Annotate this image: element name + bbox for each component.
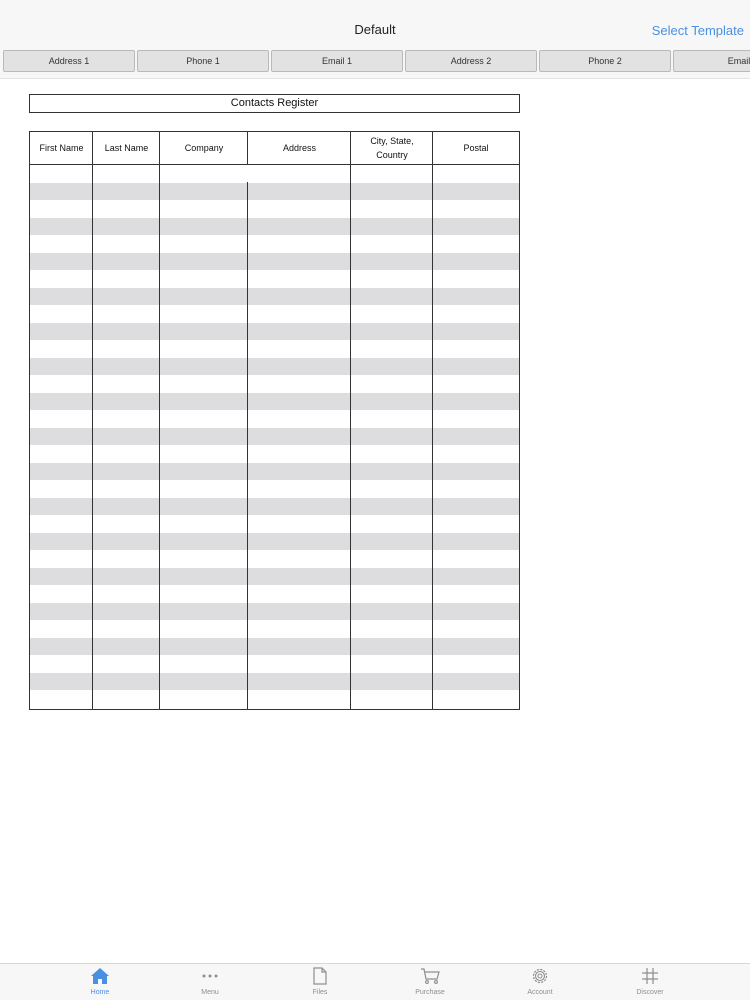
column-divider [432,132,433,709]
column-divider [159,132,160,709]
tab-discover[interactable]: Discover [610,966,690,1000]
chip-email-2[interactable]: Email [673,50,750,72]
column-header: Postal [463,143,489,153]
gear-icon [530,966,550,986]
tab-label: Menu [201,989,219,996]
table-row[interactable] [30,340,519,358]
table-row[interactable] [30,252,519,270]
table-row[interactable] [30,392,519,410]
table-row[interactable] [30,200,519,218]
tab-bar: Home Menu Files Purchase Account Discove… [0,963,750,1000]
column-header: City, State, Country [370,136,414,160]
table-row[interactable] [30,235,519,253]
table-row[interactable] [30,515,519,533]
tab-label: Purchase [415,989,445,996]
tab-label: Discover [636,989,664,996]
document-title: Contacts Register [29,94,520,113]
contacts-table[interactable]: First Name Last Name Company Address Cit… [29,131,520,710]
table-row[interactable] [30,655,519,673]
table-header: First Name Last Name Company Address Cit… [30,132,519,165]
table-row[interactable] [30,410,519,428]
column-header: Address [282,143,317,153]
document-icon [313,966,327,986]
column-divider [350,132,351,709]
navigation-bar: Default Select Template [0,0,750,47]
table-row[interactable] [30,462,519,480]
table-row[interactable] [30,497,519,515]
column-header: Company [184,143,224,153]
chip-phone-1[interactable]: Phone 1 [137,50,269,72]
tab-home[interactable]: Home [60,966,140,1000]
ellipsis-icon [201,966,219,986]
table-row[interactable] [30,602,519,620]
chip-phone-2[interactable]: Phone 2 [539,50,671,72]
column-divider [92,132,93,709]
tab-files[interactable]: Files [280,966,360,1000]
table-row[interactable] [30,672,519,690]
table-row[interactable] [30,690,519,708]
table-row[interactable] [30,637,519,655]
table-row[interactable] [30,322,519,340]
hash-icon [641,966,659,986]
table-row[interactable] [30,182,519,200]
cart-icon [420,966,440,986]
chip-address-1[interactable]: Address 1 [3,50,135,72]
table-row[interactable] [30,305,519,323]
column-divider [247,132,248,165]
column-divider [247,182,248,709]
page-title: Default [354,22,396,37]
column-header: Last Name [104,143,149,153]
tab-purchase[interactable]: Purchase [390,966,470,1000]
chip-email-1[interactable]: Email 1 [271,50,403,72]
table-row[interactable] [30,375,519,393]
table-row[interactable] [30,165,519,183]
table-row[interactable] [30,620,519,638]
house-icon [90,966,110,986]
column-header: First Name [39,143,84,153]
table-row[interactable] [30,550,519,568]
table-row[interactable] [30,270,519,288]
table-row[interactable] [30,287,519,305]
tab-account[interactable]: Account [500,966,580,1000]
tab-menu[interactable]: Menu [170,966,250,1000]
select-template-button[interactable]: Select Template [652,23,744,38]
chip-address-2[interactable]: Address 2 [405,50,537,72]
table-row[interactable] [30,445,519,463]
table-row[interactable] [30,567,519,585]
table-row[interactable] [30,480,519,498]
table-row[interactable] [30,217,519,235]
tab-label: Files [312,989,328,996]
table-row[interactable] [30,532,519,550]
tab-label: Account [527,989,553,996]
field-chip-bar[interactable]: Address 1 Phone 1 Email 1 Address 2 Phon… [0,47,750,79]
tab-label: Home [90,989,110,996]
table-row[interactable] [30,427,519,445]
table-row[interactable] [30,357,519,375]
table-row[interactable] [30,585,519,603]
